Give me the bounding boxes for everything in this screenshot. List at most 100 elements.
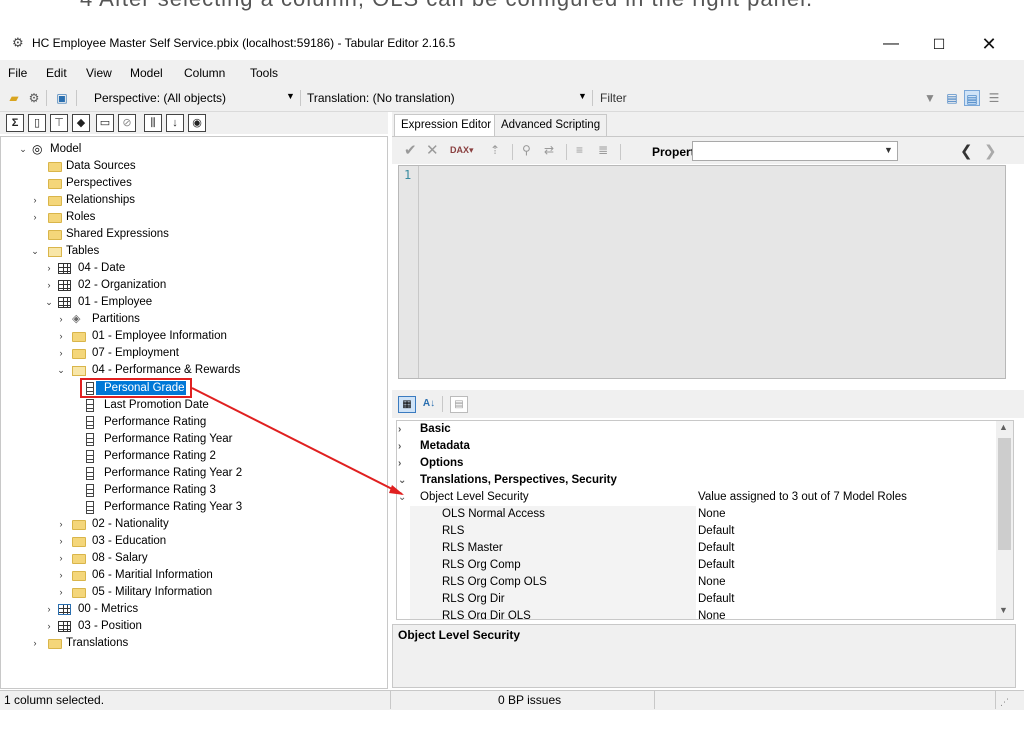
categorized-icon[interactable]: ▦ xyxy=(398,396,416,413)
maximize-button[interactable]: ☐ xyxy=(916,30,962,58)
scrollbar-thumb[interactable] xyxy=(998,438,1011,550)
tab-advanced-scripting[interactable]: Advanced Scripting xyxy=(494,114,608,136)
alphabetical-icon[interactable]: A↓ xyxy=(420,396,438,413)
translation-dropdown[interactable]: Translation: (No translation) xyxy=(307,91,455,105)
open-folder-icon xyxy=(72,366,86,376)
chevron-right-icon[interactable]: › xyxy=(44,277,54,294)
menu-file[interactable]: File xyxy=(8,66,27,80)
column-icon xyxy=(86,382,94,395)
chevron-right-icon[interactable]: › xyxy=(398,455,401,472)
table-icon xyxy=(58,297,71,308)
perspective-dropdown[interactable]: Perspective: (All objects) xyxy=(94,91,226,105)
chevron-right-icon[interactable]: › xyxy=(56,311,66,328)
chevron-right-icon[interactable]: › xyxy=(56,550,66,567)
chevron-right-icon[interactable]: › xyxy=(30,209,40,226)
close-button[interactable]: ✕ xyxy=(966,30,1012,58)
property-select[interactable] xyxy=(692,141,898,161)
chevron-right-icon[interactable]: › xyxy=(56,328,66,345)
folder-icon xyxy=(72,520,86,530)
hierarchy-icon[interactable]: ⊤ xyxy=(50,114,68,132)
accept-icon[interactable]: ✔ xyxy=(404,141,417,159)
ols-role-value[interactable]: Default xyxy=(698,591,734,608)
status-bp-issues[interactable]: 0 BP issues xyxy=(498,693,561,707)
menu-tools[interactable]: Tools xyxy=(250,66,278,80)
chevron-right-icon[interactable]: › xyxy=(56,567,66,584)
save-icon[interactable]: ▣ xyxy=(54,90,70,106)
chevron-right-icon[interactable]: › xyxy=(30,192,40,209)
menu-edit[interactable]: Edit xyxy=(46,66,67,80)
chevron-right-icon[interactable]: › xyxy=(30,635,40,652)
layout-icon[interactable]: ▤ xyxy=(944,90,960,106)
panel-icon[interactable]: ▤ xyxy=(964,90,980,106)
chevron-down-icon[interactable]: ⌄ xyxy=(398,472,406,489)
chevron-right-icon[interactable]: › xyxy=(56,533,66,550)
chevron-down-icon[interactable]: ⌄ xyxy=(44,294,54,311)
display-folder-icon[interactable]: ▭ xyxy=(96,114,114,132)
cancel-icon[interactable]: ✕ xyxy=(426,141,439,159)
dependencies-icon[interactable]: ⇡ xyxy=(490,143,500,157)
list-icon[interactable]: ☰ xyxy=(986,90,1002,106)
chevron-down-icon[interactable]: ⌄ xyxy=(18,141,28,158)
ols-role-value[interactable]: None xyxy=(698,506,726,523)
folder-icon xyxy=(48,179,62,189)
minimize-button[interactable]: — xyxy=(868,30,914,58)
forward-arrow-icon[interactable]: ❯ xyxy=(984,142,997,160)
chevron-right-icon[interactable]: › xyxy=(398,438,401,455)
menu-model[interactable]: Model xyxy=(130,66,163,80)
search-icon[interactable]: ⚲ xyxy=(522,143,531,157)
columns-icon[interactable]: ⫼ xyxy=(144,114,162,132)
chevron-down-icon[interactable]: ⌄ xyxy=(30,243,40,260)
property-pages-icon[interactable]: ▤ xyxy=(450,396,468,413)
chevron-right-icon[interactable]: › xyxy=(56,584,66,601)
comment-icon[interactable]: ≡ xyxy=(576,143,583,157)
cube-icon[interactable]: ◆ xyxy=(72,114,90,132)
menu-view[interactable]: View xyxy=(86,66,112,80)
ols-role-value[interactable]: None xyxy=(698,574,726,591)
ols-role-value[interactable]: None xyxy=(698,608,726,619)
replace-icon[interactable]: ⇄ xyxy=(544,143,554,157)
tab-expression-editor[interactable]: Expression Editor xyxy=(394,114,499,137)
open-folder-icon[interactable]: ▰ xyxy=(6,90,22,106)
chevron-down-icon[interactable]: ▼ xyxy=(999,605,1008,615)
chevron-down-icon[interactable]: ▼ xyxy=(884,145,893,155)
metadata-icon[interactable]: ◉ xyxy=(188,114,206,132)
chevron-right-icon[interactable]: › xyxy=(398,421,401,438)
uncomment-icon[interactable]: ≣ xyxy=(598,143,608,157)
hidden-icon[interactable]: ⊘ xyxy=(118,114,136,132)
toolbar-separator xyxy=(300,90,301,106)
column-icon[interactable]: ▯ xyxy=(28,114,46,132)
chevron-down-icon[interactable]: ▼ xyxy=(286,91,295,101)
ols-role-value[interactable]: Default xyxy=(698,523,734,540)
chevron-right-icon[interactable]: › xyxy=(56,345,66,362)
chevron-down-icon[interactable]: ⌄ xyxy=(398,489,406,506)
resize-grip-icon[interactable]: ⋰ xyxy=(1000,697,1009,708)
sigma-icon[interactable]: Σ xyxy=(6,114,24,132)
filter-input[interactable]: Filter xyxy=(600,91,627,105)
folder-icon xyxy=(48,639,62,649)
chevron-down-icon[interactable]: ⌄ xyxy=(56,362,66,379)
line-number: 1 xyxy=(404,168,412,182)
funnel-icon[interactable]: ▼ xyxy=(922,90,938,106)
model-icon[interactable]: ⚙ xyxy=(26,90,42,106)
back-arrow-icon[interactable]: ❮ xyxy=(960,142,973,160)
folder-icon xyxy=(72,349,86,359)
tree-item-label: Partitions xyxy=(92,313,140,325)
chevron-up-icon[interactable]: ▲ xyxy=(999,422,1008,432)
chevron-right-icon[interactable]: › xyxy=(44,260,54,277)
expression-editor-area[interactable] xyxy=(398,165,1006,379)
ols-role-value[interactable]: Default xyxy=(698,557,734,574)
tree-item-label: Tables xyxy=(66,245,100,257)
tree-item-label: 02 - Nationality xyxy=(92,518,169,530)
ols-role-value[interactable]: Default xyxy=(698,540,734,557)
folder-icon xyxy=(72,588,86,598)
chevron-right-icon[interactable]: › xyxy=(44,618,54,635)
chevron-right-icon[interactable]: › xyxy=(44,601,54,618)
toolbar-separator xyxy=(46,90,47,106)
property-ols-value[interactable]: Value assigned to 3 out of 7 Model Roles xyxy=(698,489,907,506)
sort-icon[interactable]: ↓ xyxy=(166,114,184,132)
tree-item-label: Roles xyxy=(66,211,96,223)
chevron-right-icon[interactable]: › xyxy=(56,516,66,533)
dax-format-icon[interactable]: DAX▾ xyxy=(450,145,474,156)
menu-column[interactable]: Column xyxy=(184,66,225,80)
chevron-down-icon[interactable]: ▼ xyxy=(578,91,587,101)
